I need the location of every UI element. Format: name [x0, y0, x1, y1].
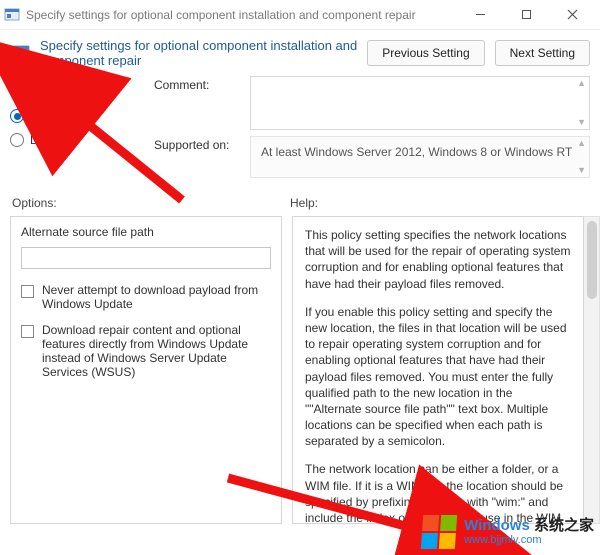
minimize-button[interactable]: [466, 1, 494, 29]
checkbox-label: Download repair content and optional fea…: [42, 323, 271, 379]
header-row: Specify settings for optional component …: [0, 30, 600, 76]
checkbox-icon: [21, 285, 34, 298]
radio-icon: [10, 109, 24, 123]
window-controls: [466, 1, 596, 29]
help-paragraph: This policy setting specifies the networ…: [305, 227, 571, 292]
watermark-brand: Windows: [464, 517, 530, 534]
section-labels: Options: Help:: [0, 192, 600, 214]
help-panel: This policy setting specifies the networ…: [292, 216, 584, 524]
watermark-url: www.bjjmlv.com: [464, 534, 594, 546]
help-scrollbar[interactable]: [584, 216, 600, 524]
radio-enabled[interactable]: Enabled: [10, 104, 138, 128]
watermark-cn: 系统之家: [534, 517, 594, 534]
config-area: Not Configured Enabled Disabled Comment:…: [0, 76, 600, 192]
content-row: Alternate source file path Never attempt…: [0, 214, 600, 524]
help-heading: Help:: [290, 196, 318, 210]
comment-label: Comment:: [154, 76, 242, 92]
detail-pane: Comment: ▲ ▼ Supported on: At least Wind…: [154, 76, 590, 184]
comment-textarea[interactable]: ▲ ▼: [250, 76, 590, 130]
app-icon: [4, 7, 20, 23]
page-title: Specify settings for optional component …: [40, 38, 357, 68]
options-panel: Alternate source file path Never attempt…: [10, 216, 282, 524]
radio-label: Not Configured: [30, 85, 111, 99]
supported-on-text: At least Windows Server 2012, Windows 8 …: [261, 145, 572, 159]
scroll-up-icon: ▲: [577, 79, 586, 88]
state-radio-group: Not Configured Enabled Disabled: [10, 76, 138, 184]
alt-path-input[interactable]: [21, 247, 271, 269]
radio-not-configured[interactable]: Not Configured: [10, 80, 138, 104]
scroll-down-icon: ▼: [577, 166, 586, 175]
help-wrap: This policy setting specifies the networ…: [292, 216, 600, 524]
previous-setting-button[interactable]: Previous Setting: [367, 40, 484, 66]
close-button[interactable]: [558, 1, 586, 29]
supported-on-box: At least Windows Server 2012, Windows 8 …: [250, 136, 590, 178]
radio-label: Enabled: [30, 109, 74, 123]
window-title: Specify settings for optional component …: [26, 8, 466, 22]
policy-icon: [10, 43, 30, 63]
maximize-button[interactable]: [512, 1, 540, 29]
checkbox-label: Never attempt to download payload from W…: [42, 283, 271, 311]
titlebar: Specify settings for optional component …: [0, 0, 600, 30]
options-heading: Options:: [12, 196, 280, 210]
checkbox-icon: [21, 325, 34, 338]
help-paragraph: If you enable this policy setting and sp…: [305, 304, 571, 450]
supported-on-label: Supported on:: [154, 136, 242, 152]
watermark: Windows 系统之家 www.bjjmlv.com: [422, 515, 594, 549]
windows-logo-icon: [421, 515, 457, 549]
scroll-down-icon: ▼: [577, 118, 586, 127]
alt-path-label: Alternate source file path: [21, 225, 271, 239]
radio-icon: [10, 133, 24, 147]
option-download-direct[interactable]: Download repair content and optional fea…: [21, 323, 271, 379]
option-never-download[interactable]: Never attempt to download payload from W…: [21, 283, 271, 311]
radio-icon: [10, 85, 24, 99]
scrollbar-thumb[interactable]: [587, 221, 597, 299]
scroll-up-icon: ▲: [577, 139, 586, 148]
next-setting-button[interactable]: Next Setting: [495, 40, 590, 66]
radio-disabled[interactable]: Disabled: [10, 128, 138, 152]
radio-label: Disabled: [30, 133, 77, 147]
